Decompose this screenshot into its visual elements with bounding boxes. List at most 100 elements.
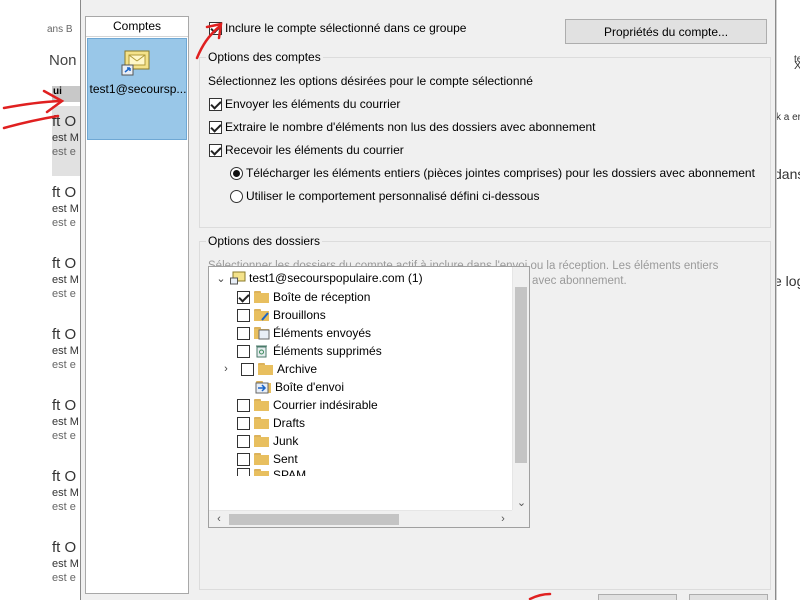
tree-folder[interactable]: Éléments supprimés: [237, 342, 382, 360]
tree-folder[interactable]: › Archive: [219, 360, 317, 378]
account-options-legend: Options des comptes: [208, 50, 321, 64]
include-account-checkbox[interactable]: [209, 21, 222, 35]
inbox-folder-icon: [253, 290, 270, 304]
folder-icon: [253, 434, 270, 448]
tree-folder[interactable]: Sent: [237, 450, 298, 468]
account-item-selected[interactable]: test1@secoursp...: [87, 38, 187, 140]
mail-item-preview: est e: [52, 430, 76, 442]
mail-item-sender: ft O: [52, 468, 77, 485]
close-icon[interactable]: X: [794, 60, 800, 72]
chevron-down-icon[interactable]: ⌄: [515, 495, 528, 511]
custom-behavior-radio[interactable]: [230, 189, 243, 203]
chevron-down-icon[interactable]: ⌄: [215, 272, 227, 285]
mail-item[interactable]: ft O est M est e: [52, 254, 80, 324]
ok-button[interactable]: [598, 594, 677, 600]
tree-folder[interactable]: Junk: [237, 432, 298, 450]
download-full-radio[interactable]: [230, 166, 243, 180]
chevron-left-icon[interactable]: ‹: [211, 511, 227, 527]
tree-folder-checkbox[interactable]: [241, 362, 254, 376]
tree-folder-checkbox[interactable]: [237, 434, 250, 448]
folder-icon: [253, 416, 270, 430]
tree-folder[interactable]: Éléments envoyés: [237, 324, 371, 342]
tree-folder[interactable]: Courrier indésirable: [237, 396, 378, 414]
download-full-row[interactable]: Télécharger les éléments entiers (pièces…: [230, 166, 755, 180]
folder-options-legend: Options des dossiers: [208, 234, 321, 248]
tree-folder-label: Drafts: [273, 416, 306, 430]
background-mail-list: ans B Non ui ft O est M est e ft O est M…: [0, 0, 80, 600]
tree-folder-checkbox[interactable]: [237, 326, 250, 340]
mail-item-subject: est M: [52, 203, 79, 215]
tree-folder[interactable]: SPAM: [237, 468, 306, 476]
account-properties-button[interactable]: Propriétés du compte...: [565, 19, 767, 44]
receive-mail-row[interactable]: Recevoir les éléments du courrier: [209, 143, 404, 157]
mail-item[interactable]: ft O est M est e: [52, 538, 80, 600]
scrollbar-corner: [512, 510, 529, 527]
send-mail-row[interactable]: Envoyer les éléments du courrier: [209, 97, 400, 111]
tree-folder-label: Brouillons: [273, 308, 326, 322]
background-text: k a er: [776, 112, 800, 123]
tree-folder-label: SPAM: [273, 468, 307, 476]
tree-folder-checkbox[interactable]: [237, 344, 250, 358]
account-item-label: test1@secoursp...: [89, 82, 187, 96]
send-mail-checkbox[interactable]: [209, 97, 222, 111]
accounts-list-header: Comptes: [86, 17, 188, 37]
background-header: Non: [49, 52, 77, 69]
tree-vertical-scrollbar[interactable]: ⌄: [512, 267, 529, 511]
background-folder-path: ans B: [47, 24, 73, 35]
scrollbar-thumb[interactable]: [229, 514, 399, 525]
mail-item-preview: est e: [52, 359, 76, 371]
unread-count-label: Extraire le nombre d'éléments non lus de…: [225, 120, 596, 134]
download-full-label: Télécharger les éléments entiers (pièces…: [246, 166, 755, 180]
custom-behavior-label: Utiliser le comportement personnalisé dé…: [246, 189, 540, 203]
mail-item-sender: ft O: [52, 326, 77, 343]
mail-item[interactable]: ft O est M est e: [52, 396, 80, 466]
trash-icon: [253, 344, 270, 358]
mail-item[interactable]: ft O est M est e: [52, 183, 80, 253]
include-account-row[interactable]: Inclure le compte sélectionné dans ce gr…: [209, 21, 466, 35]
folder-tree[interactable]: ⌄ test1@secourspopulaire.com (1) Boîte d…: [208, 266, 530, 528]
mail-item-subject: est M: [52, 345, 79, 357]
mail-item-sender: ft O: [52, 539, 77, 556]
tree-folder-checkbox[interactable]: [237, 290, 250, 304]
send-mail-label: Envoyer les éléments du courrier: [225, 97, 401, 111]
unread-count-checkbox[interactable]: [209, 120, 222, 134]
receive-mail-checkbox[interactable]: [209, 143, 222, 157]
chevron-right-icon[interactable]: ›: [219, 363, 233, 375]
tree-horizontal-scrollbar[interactable]: ‹ ›: [209, 510, 513, 527]
background-text: e log: [777, 273, 800, 289]
mail-item[interactable]: ft O est M est e: [52, 467, 80, 537]
custom-behavior-row[interactable]: Utiliser le comportement personnalisé dé…: [230, 189, 539, 203]
tree-folder[interactable]: Brouillons: [237, 306, 326, 324]
tree-folder[interactable]: Boîte de réception: [237, 288, 370, 306]
scrollbar-thumb[interactable]: [515, 287, 527, 463]
mail-item-sender: ft O: [52, 397, 77, 414]
background-reading-pane: te X k a er dans e log: [776, 0, 800, 600]
include-account-label: Inclure le compte sélectionné dans ce gr…: [225, 21, 467, 35]
account-icon: [121, 50, 150, 76]
accounts-list[interactable]: Comptes test1@secoursp...: [85, 16, 189, 594]
tree-folder-checkbox[interactable]: [237, 416, 250, 430]
tree-folder-checkbox[interactable]: [237, 468, 250, 476]
tree-folder[interactable]: Boîte d'envoi: [255, 378, 344, 396]
unread-count-row[interactable]: Extraire le nombre d'éléments non lus de…: [209, 120, 596, 134]
tree-folder-checkbox[interactable]: [237, 308, 250, 322]
mail-item-subject: est M: [52, 132, 79, 144]
tree-root-account[interactable]: ⌄ test1@secourspopulaire.com (1): [215, 269, 423, 287]
chevron-right-icon[interactable]: ›: [495, 511, 511, 527]
mail-item-subject: est M: [52, 274, 79, 286]
tree-folder[interactable]: Drafts: [237, 414, 305, 432]
mail-item[interactable]: ft O est M est e: [52, 112, 80, 182]
mail-item-preview: est e: [52, 146, 76, 158]
cancel-button[interactable]: [689, 594, 768, 600]
tree-folder-label: Boîte d'envoi: [275, 380, 345, 394]
tree-folder-label: Sent: [273, 452, 298, 466]
tree-root-label: test1@secourspopulaire.com (1): [249, 271, 423, 285]
tree-folder-checkbox[interactable]: [237, 452, 250, 466]
mail-item-subject: est M: [52, 416, 79, 428]
mail-item-preview: est e: [52, 572, 76, 584]
mail-item[interactable]: ft O est M est e: [52, 325, 80, 395]
mail-item-sender: ft O: [52, 113, 77, 130]
tree-folder-checkbox[interactable]: [237, 398, 250, 412]
account-options-description: Sélectionnez les options désirées pour l…: [208, 74, 533, 88]
mail-item-subject: est M: [52, 487, 79, 499]
